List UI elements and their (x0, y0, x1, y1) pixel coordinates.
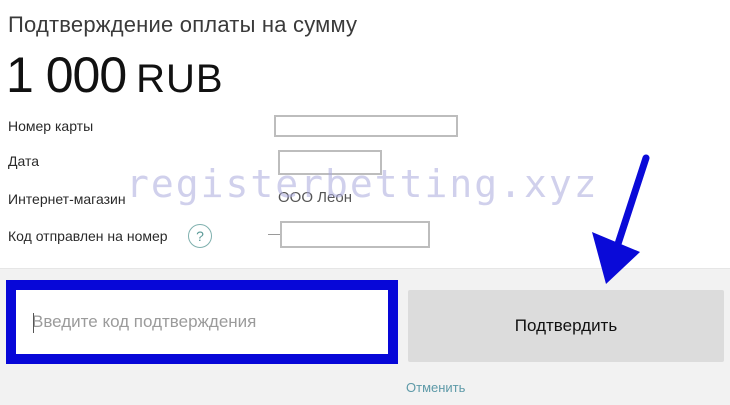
code-sent-label: Код отправлен на номер (8, 228, 168, 244)
shop-label: Интернет-магазин (8, 191, 126, 207)
payment-amount: 1 000 RUB (6, 40, 224, 114)
arrow-down-icon (592, 154, 650, 284)
phone-tick (268, 234, 280, 235)
cancel-link[interactable]: Отменить (406, 380, 465, 395)
confirmation-code-input[interactable] (16, 290, 388, 354)
help-icon[interactable]: ? (188, 224, 212, 248)
text-caret (33, 313, 34, 333)
shop-value: ООО Леон (278, 189, 352, 206)
date-label: Дата (8, 153, 40, 169)
confirm-button[interactable]: Подтвердить (408, 290, 724, 362)
amount-currency: RUB (136, 57, 224, 101)
card-number-field (274, 115, 458, 137)
amount-value: 1 000 (6, 47, 127, 103)
date-field (278, 150, 382, 175)
card-number-label: Номер карты (8, 118, 94, 134)
phone-field (280, 221, 430, 248)
payment-title: Подтверждение оплаты на сумму (8, 12, 358, 37)
